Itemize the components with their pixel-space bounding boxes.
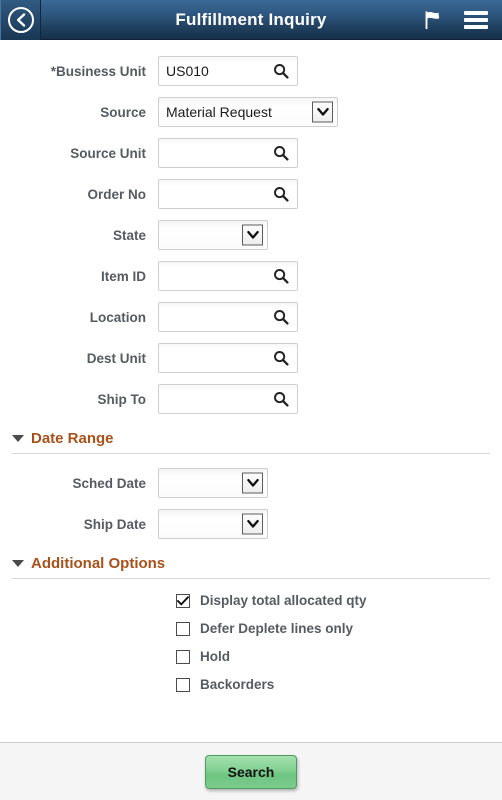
- field-row-ship-to: Ship To: [0, 384, 502, 414]
- sched-date-select[interactable]: [158, 468, 268, 498]
- ship-date-select[interactable]: [158, 509, 268, 539]
- source-unit-input[interactable]: [158, 138, 298, 168]
- lookup-search-icon[interactable]: [273, 268, 289, 284]
- menu-bar: [464, 24, 488, 29]
- field-label-location: Location: [89, 309, 146, 325]
- field-row-source-unit: Source Unit: [0, 138, 502, 168]
- field-label-sched-date: Sched Date: [72, 475, 146, 491]
- checkbox-hold[interactable]: [176, 649, 190, 664]
- ship-to-input[interactable]: [158, 384, 298, 414]
- caret-down-icon: [12, 435, 24, 442]
- flag-icon[interactable]: [422, 9, 444, 31]
- header-actions: [422, 8, 502, 32]
- business-unit-value: US010: [166, 63, 209, 79]
- checkbox-row-backorders[interactable]: Backorders: [0, 677, 502, 692]
- date-range-fields: Sched Date Ship Date: [0, 454, 502, 539]
- location-input[interactable]: [158, 302, 298, 332]
- checkbox-label: Hold: [200, 649, 230, 664]
- app-header: Fulfillment Inquiry: [0, 0, 502, 40]
- lookup-search-icon[interactable]: [273, 145, 289, 161]
- checkbox-backorders[interactable]: [176, 677, 190, 692]
- field-row-source: Source Material Request: [0, 97, 502, 127]
- menu-bar: [464, 10, 488, 15]
- source-select[interactable]: Material Request: [158, 97, 338, 127]
- checkbox-label: Backorders: [200, 677, 275, 692]
- lookup-search-icon[interactable]: [273, 186, 289, 202]
- field-row-item-id: Item ID: [0, 261, 502, 291]
- field-row-order-no: Order No: [0, 179, 502, 209]
- field-label-ship-date: Ship Date: [83, 516, 146, 532]
- lookup-search-icon[interactable]: [273, 309, 289, 325]
- field-label-item-id: Item ID: [100, 268, 146, 284]
- field-label-source-unit: Source Unit: [70, 145, 146, 161]
- checkbox-label: Defer Deplete lines only: [200, 621, 354, 636]
- footer-bar: Search: [0, 742, 502, 800]
- checkbox-row-display-total-allocated-qty[interactable]: Display total allocated qty: [0, 593, 502, 608]
- section-date-range: Date Range: [0, 430, 502, 454]
- field-label-ship-to: Ship To: [97, 391, 147, 407]
- section-additional-options: Additional Options: [0, 555, 502, 579]
- lookup-search-icon[interactable]: [273, 391, 289, 407]
- app-root: Fulfillment Inquiry *Business Unit US010…: [0, 0, 502, 800]
- field-label-source: Source: [100, 104, 146, 120]
- search-criteria-form: *Business Unit US010 Source Material Req…: [0, 40, 502, 414]
- item-id-input[interactable]: [158, 261, 298, 291]
- date-range-title: Date Range: [31, 430, 114, 447]
- chevron-down-icon[interactable]: [242, 472, 263, 494]
- additional-options-checkboxes: Display total allocated qty Defer Deplet…: [0, 579, 502, 692]
- date-range-toggle[interactable]: Date Range: [12, 430, 490, 453]
- business-unit-input[interactable]: US010: [158, 56, 298, 86]
- lookup-search-icon[interactable]: [273, 350, 289, 366]
- chevron-down-icon[interactable]: [242, 513, 263, 535]
- caret-down-icon: [12, 560, 24, 567]
- field-label-dest-unit: Dest Unit: [86, 350, 146, 366]
- additional-options-title: Additional Options: [31, 555, 166, 572]
- chevron-down-icon[interactable]: [312, 101, 333, 123]
- field-row-sched-date: Sched Date: [0, 468, 502, 498]
- back-button[interactable]: [0, 0, 41, 40]
- field-row-location: Location: [0, 302, 502, 332]
- source-value: Material Request: [166, 104, 272, 120]
- hamburger-menu-icon[interactable]: [464, 8, 488, 32]
- field-label-order-no: Order No: [87, 186, 146, 202]
- checkbox-display-total-allocated-qty[interactable]: [176, 593, 190, 608]
- checkbox-row-defer-deplete-lines-only[interactable]: Defer Deplete lines only: [0, 621, 502, 636]
- field-label-state: State: [112, 227, 146, 243]
- field-row-state: State: [0, 220, 502, 250]
- chevron-left-icon: [7, 6, 34, 33]
- menu-bar: [464, 17, 488, 22]
- chevron-down-icon[interactable]: [242, 224, 263, 246]
- order-no-input[interactable]: [158, 179, 298, 209]
- checkbox-defer-deplete-lines-only[interactable]: [176, 621, 190, 636]
- check-mark-icon: [177, 595, 189, 605]
- checkbox-label: Display total allocated qty: [200, 593, 367, 608]
- dest-unit-input[interactable]: [158, 343, 298, 373]
- field-row-ship-date: Ship Date: [0, 509, 502, 539]
- search-button[interactable]: Search: [205, 754, 297, 789]
- checkbox-row-hold[interactable]: Hold: [0, 649, 502, 664]
- lookup-search-icon[interactable]: [273, 63, 289, 79]
- field-row-dest-unit: Dest Unit: [0, 343, 502, 373]
- state-select[interactable]: [158, 220, 268, 250]
- field-label-business-unit: *Business Unit: [50, 63, 146, 79]
- additional-options-toggle[interactable]: Additional Options: [12, 555, 490, 578]
- field-row-business-unit: *Business Unit US010: [0, 56, 502, 86]
